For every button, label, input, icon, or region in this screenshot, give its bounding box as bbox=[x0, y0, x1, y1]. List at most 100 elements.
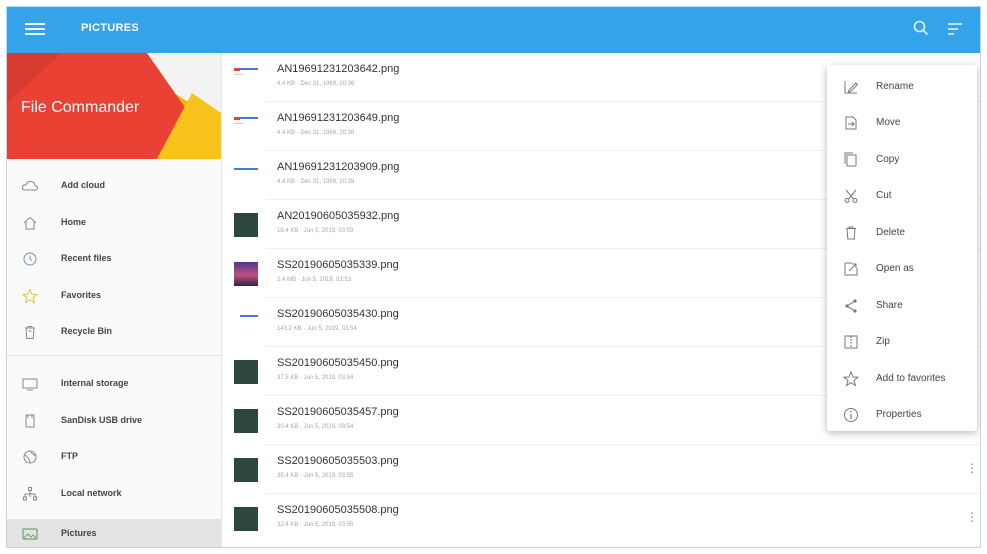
menu-item-label: Open as bbox=[876, 263, 914, 274]
sidebar-item-label: FTP bbox=[61, 451, 78, 461]
sidebar-item-label: Add cloud bbox=[61, 180, 105, 190]
menu-item-add-to-favorites[interactable]: Add to favorites bbox=[827, 361, 977, 395]
menu-item-move[interactable]: Move bbox=[827, 105, 977, 139]
file-meta: 4.4 KB · Dec 31, 1969, 20:36 bbox=[277, 130, 355, 136]
cut-icon bbox=[844, 189, 858, 203]
app-name: File Commander bbox=[21, 99, 140, 116]
menu-item-cut[interactable]: Cut bbox=[827, 178, 977, 212]
sidebar-item-label: SanDisk USB drive bbox=[61, 415, 143, 425]
file-name: SS20190605035503.png bbox=[277, 455, 399, 467]
menu-item-label: Copy bbox=[876, 154, 900, 165]
sidebar-item-label: Local network bbox=[61, 488, 122, 498]
file-meta: 4.4 KB · Dec 31, 1969, 20:39 bbox=[277, 179, 355, 185]
navigation-drawer: File Commander Add cloud Home Recent fil… bbox=[7, 53, 222, 547]
app-bar: PICTURES bbox=[7, 7, 980, 53]
file-thumbnail bbox=[234, 360, 258, 384]
file-thumbnail bbox=[234, 66, 258, 90]
copy-icon bbox=[844, 152, 857, 167]
search-icon[interactable] bbox=[912, 19, 930, 37]
file-name: AN20190605035932.png bbox=[277, 210, 400, 222]
menu-item-share[interactable]: Share bbox=[827, 288, 977, 322]
brand-banner: File Commander bbox=[7, 53, 221, 159]
file-thumbnail bbox=[234, 458, 258, 482]
file-thumbnail bbox=[234, 409, 258, 433]
usb-icon bbox=[25, 414, 35, 428]
clock-icon bbox=[23, 252, 37, 266]
rename-icon bbox=[844, 81, 859, 94]
move-icon bbox=[845, 116, 857, 130]
menu-item-label: Add to favorites bbox=[876, 373, 946, 384]
menu-item-open-as[interactable]: Open as bbox=[827, 251, 977, 285]
info-icon bbox=[844, 408, 858, 422]
delete-icon bbox=[846, 226, 856, 240]
menu-item-delete[interactable]: Delete bbox=[827, 215, 977, 249]
sidebar-item-label: Pictures bbox=[61, 528, 97, 538]
menu-item-zip[interactable]: Zip bbox=[827, 324, 977, 358]
file-meta: 37.5 KB · Jun 5, 2019, 03:54 bbox=[277, 375, 354, 381]
file-thumbnail bbox=[234, 311, 258, 335]
file-row[interactable]: SS20190605035503.png 35.4 KB · Jun 5, 20… bbox=[222, 445, 980, 494]
share-icon bbox=[845, 299, 857, 313]
app-window: PICTURES File Commander Add cloud Home R… bbox=[6, 6, 981, 548]
file-thumbnail bbox=[234, 213, 258, 237]
menu-item-label: Zip bbox=[876, 336, 890, 347]
menu-item-label: Cut bbox=[876, 190, 892, 201]
sidebar-item-label: Recycle Bin bbox=[61, 326, 113, 336]
file-name: SS20190605035508.png bbox=[277, 504, 399, 516]
file-meta: 143.2 KB · Jun 5, 2019, 03:54 bbox=[277, 326, 357, 332]
star-icon bbox=[842, 370, 860, 387]
sidebar-item-label: Internal storage bbox=[61, 378, 129, 388]
network-icon bbox=[23, 487, 37, 501]
sidebar-item-favorites[interactable]: Favorites bbox=[7, 281, 221, 311]
file-meta: 18.4 KB · Jun 5, 2019, 03:59 bbox=[277, 228, 354, 234]
sidebar-item-label: Home bbox=[61, 217, 87, 227]
file-name: SS20190605035339.png bbox=[277, 259, 399, 271]
trash-icon bbox=[25, 326, 35, 339]
file-thumbnail bbox=[234, 164, 258, 188]
star-icon bbox=[21, 288, 39, 304]
menu-item-label: Share bbox=[876, 300, 903, 311]
sidebar-item-label: Favorites bbox=[61, 290, 102, 300]
divider bbox=[7, 355, 221, 356]
file-thumbnail bbox=[234, 262, 258, 286]
menu-item-properties[interactable]: Properties bbox=[827, 397, 977, 431]
sidebar-item-sandisk-usb-drive[interactable]: SanDisk USB drive bbox=[7, 406, 221, 436]
menu-icon[interactable] bbox=[25, 20, 45, 40]
context-menu: Rename Move Copy Cut Delete Open as Shar… bbox=[827, 65, 977, 431]
file-name: SS20190605035430.png bbox=[277, 308, 399, 320]
ftp-icon bbox=[23, 450, 37, 464]
sidebar-item-recent-files[interactable]: Recent files bbox=[7, 244, 221, 274]
file-meta: 32.4 KB · Jun 5, 2019, 03:55 bbox=[277, 522, 354, 528]
file-meta: 35.4 KB · Jun 5, 2019, 03:55 bbox=[277, 473, 354, 479]
sidebar-item-pictures[interactable]: Pictures bbox=[7, 519, 221, 547]
file-name: AN19691231203649.png bbox=[277, 112, 400, 124]
menu-item-copy[interactable]: Copy bbox=[827, 142, 977, 176]
file-name: AN19691231203909.png bbox=[277, 161, 400, 173]
sidebar-item-recycle-bin[interactable]: Recycle Bin bbox=[7, 317, 221, 347]
sidebar-item-label: Recent files bbox=[61, 253, 112, 263]
file-thumbnail bbox=[234, 507, 258, 531]
menu-item-rename[interactable]: Rename bbox=[827, 69, 977, 103]
storage-icon bbox=[22, 378, 38, 391]
more-options-icon[interactable]: ⋮ bbox=[966, 461, 978, 475]
menu-item-label: Properties bbox=[876, 409, 922, 420]
file-meta: 2.4 MB · Jun 5, 2019, 03:53 bbox=[277, 277, 352, 283]
home-icon bbox=[23, 216, 37, 230]
page-title: PICTURES bbox=[81, 22, 140, 34]
menu-item-label: Rename bbox=[876, 81, 914, 92]
file-meta: 30.4 KB · Jun 5, 2019, 03:54 bbox=[277, 424, 354, 430]
menu-item-label: Delete bbox=[876, 227, 905, 238]
file-name: SS20190605035450.png bbox=[277, 357, 399, 369]
sidebar-item-home[interactable]: Home bbox=[7, 208, 221, 238]
sidebar-item-internal-storage[interactable]: Internal storage bbox=[7, 369, 221, 399]
menu-item-label: Move bbox=[876, 117, 901, 128]
sidebar-item-add-cloud[interactable]: Add cloud bbox=[7, 171, 221, 201]
file-name: AN19691231203642.png bbox=[277, 63, 400, 75]
cloud-icon bbox=[21, 180, 39, 191]
sidebar-item-ftp[interactable]: FTP bbox=[7, 442, 221, 472]
more-options-icon[interactable]: ⋮ bbox=[966, 510, 978, 524]
file-row[interactable]: SS20190605035508.png 32.4 KB · Jun 5, 20… bbox=[222, 494, 980, 543]
file-meta: 4.4 KB · Dec 31, 1969, 20:36 bbox=[277, 81, 355, 87]
sidebar-item-local-network[interactable]: Local network bbox=[7, 479, 221, 509]
sort-icon[interactable] bbox=[946, 21, 964, 37]
